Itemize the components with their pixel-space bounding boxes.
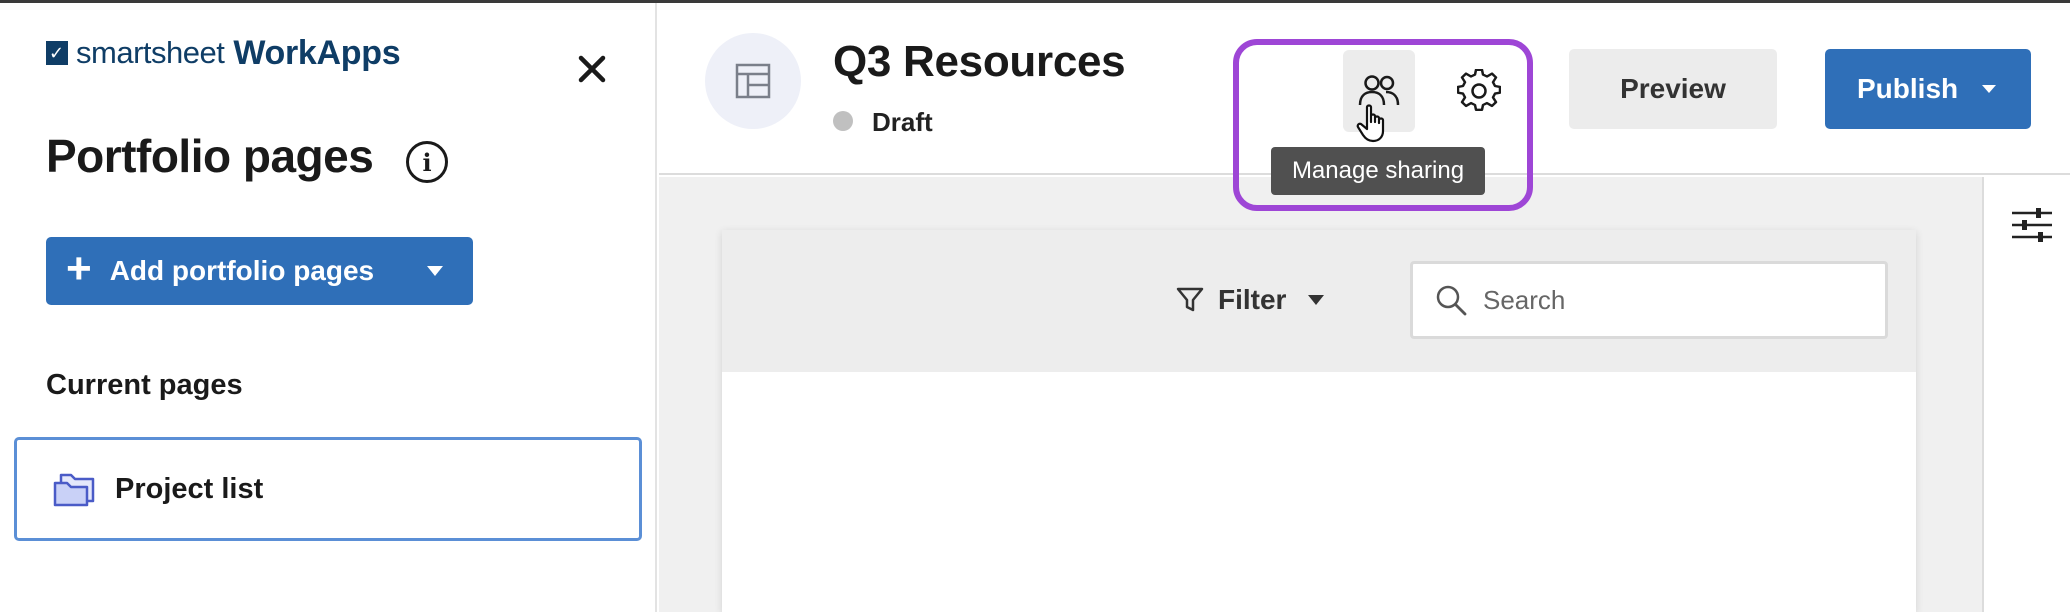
folder-icon	[53, 471, 97, 507]
page-list-item-project-list[interactable]: Project list	[14, 437, 642, 541]
layout-icon	[735, 63, 771, 99]
close-sidebar-button[interactable]	[572, 49, 612, 89]
status-dot-icon	[833, 111, 853, 131]
preview-button[interactable]: Preview	[1569, 49, 1777, 129]
card-toolbar: Filter	[722, 230, 1916, 372]
search-icon	[1435, 284, 1467, 316]
filter-label: Filter	[1218, 284, 1287, 315]
current-pages-heading: Current pages	[46, 369, 243, 401]
right-settings-rail	[1982, 177, 2070, 612]
search-input[interactable]	[1483, 284, 1863, 316]
gear-icon	[1457, 69, 1501, 111]
sidebar-title: Portfolio pages	[46, 130, 374, 182]
close-icon	[578, 55, 606, 83]
add-portfolio-pages-label: Add portfolio pages	[109, 255, 375, 286]
publish-button[interactable]: Publish	[1825, 49, 2031, 129]
logo-product-text: WorkApps	[233, 33, 401, 72]
search-field[interactable]	[1410, 261, 1888, 339]
page-settings-button[interactable]	[1453, 65, 1505, 117]
chevron-down-icon	[1308, 295, 1325, 305]
smartsheet-logo-mark	[46, 41, 68, 65]
page-list-item-label: Project list	[115, 472, 264, 505]
chevron-down-icon[interactable]	[427, 266, 443, 276]
funnel-icon	[1176, 287, 1204, 312]
portfolio-sidebar: smartsheet WorkApps Portfolio pages i + …	[0, 3, 657, 612]
page-canvas: Filter	[659, 177, 1982, 612]
chevron-down-icon[interactable]	[1982, 85, 1997, 93]
page-header: Q3 Resources Draft Manage sharing Previe…	[659, 3, 2070, 211]
manage-sharing-tooltip: Manage sharing	[1271, 147, 1485, 195]
page-thumbnail	[705, 33, 801, 129]
status-badge: Draft	[872, 107, 933, 137]
publish-label: Publish	[1857, 73, 1959, 104]
portfolio-card: Filter	[722, 230, 1916, 612]
sliders-icon[interactable]	[2012, 207, 2052, 248]
hand-pointer-cursor-icon	[1356, 104, 1390, 149]
filter-button[interactable]: Filter	[1176, 280, 1325, 320]
add-portfolio-pages-button[interactable]: + Add portfolio pages	[46, 237, 473, 305]
info-icon[interactable]: i	[406, 141, 448, 183]
smartsheet-workapps-logo: smartsheet WorkApps	[46, 33, 401, 73]
plus-icon: +	[66, 244, 92, 293]
logo-brand-text: smartsheet	[76, 35, 225, 70]
page-title: Q3 Resources	[833, 37, 1126, 86]
